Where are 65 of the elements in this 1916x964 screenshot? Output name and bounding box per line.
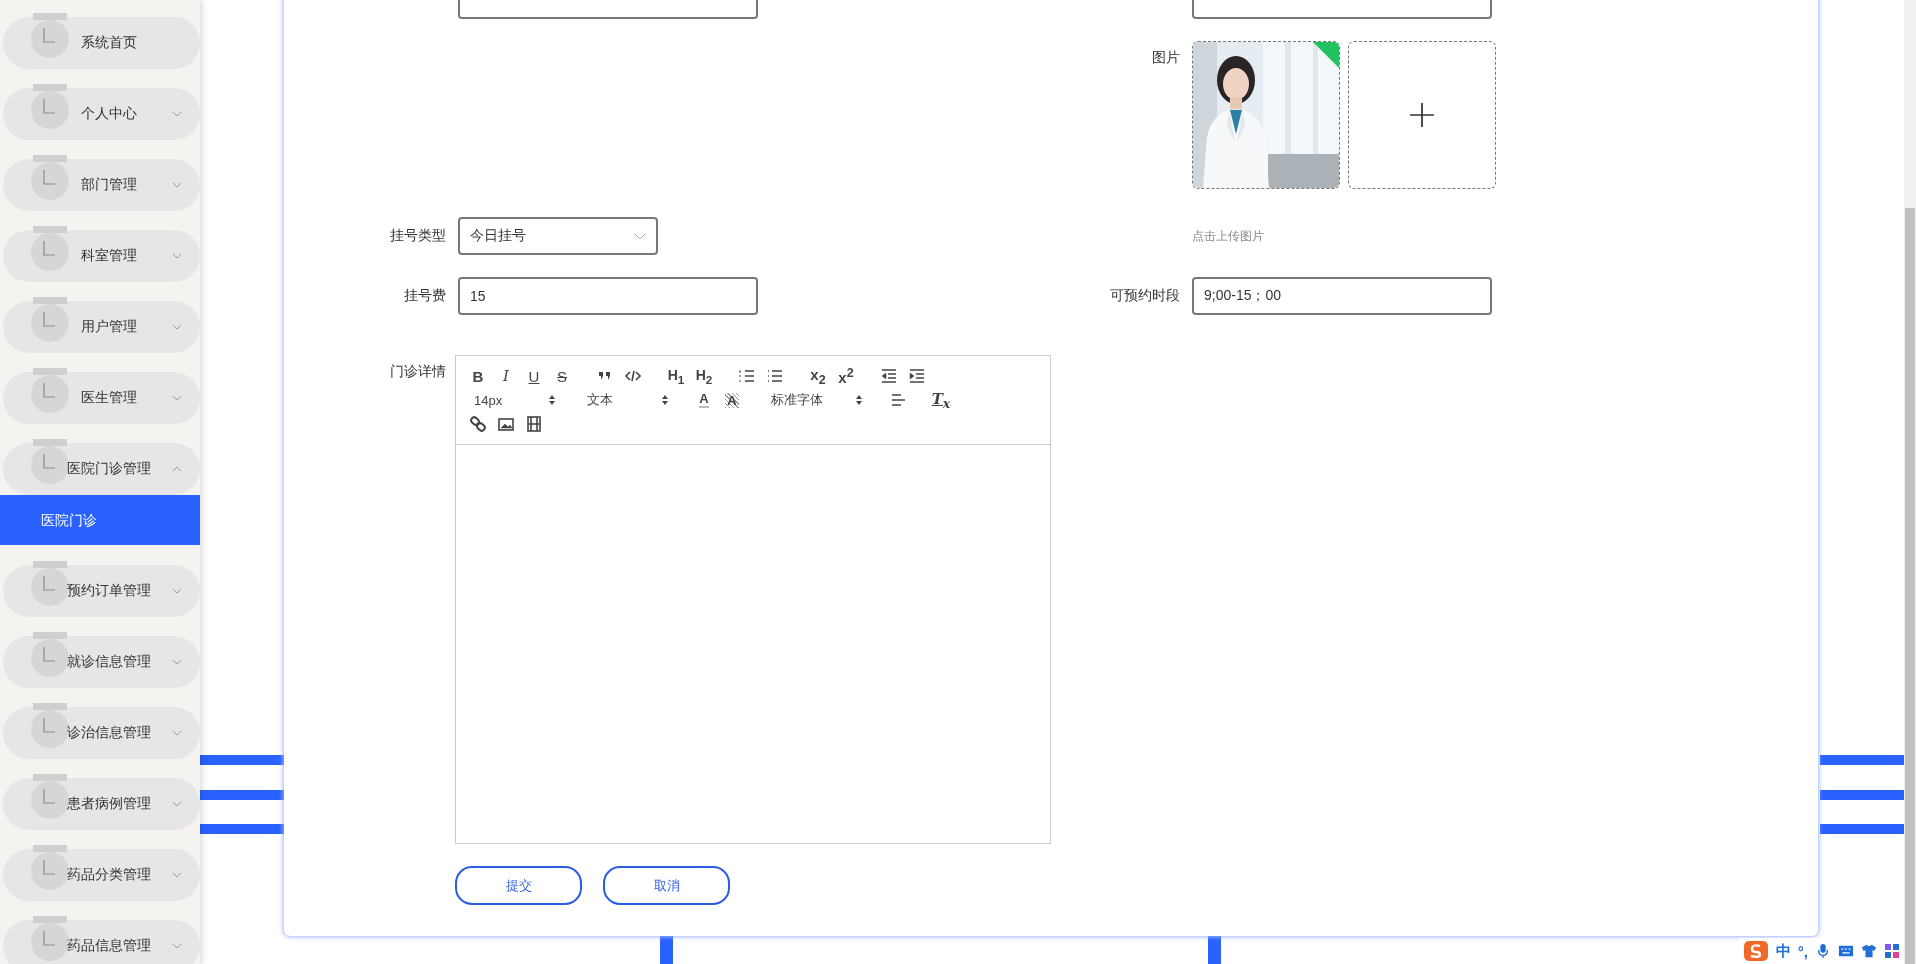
updown-icon	[661, 394, 669, 406]
field-label: 可预约时段	[1109, 287, 1180, 305]
chevron-icon	[172, 659, 182, 665]
italic-button[interactable]: I	[492, 364, 520, 388]
menu-icon	[30, 13, 70, 59]
picker-dropdown[interactable]: 文本	[577, 388, 675, 412]
picker-dropdown[interactable]: 14px	[464, 388, 562, 412]
chevron-icon	[172, 588, 182, 594]
script-button[interactable]: x$_{2}$	[804, 364, 832, 388]
submenu-item[interactable]: 医院门诊	[0, 495, 200, 545]
menu-icon	[30, 368, 70, 414]
link-icon	[469, 415, 487, 433]
strike-button[interactable]: S	[548, 364, 576, 388]
header-button[interactable]: H$_{1}$	[662, 364, 690, 388]
chevron-icon	[172, 324, 182, 330]
image-icon	[497, 415, 515, 433]
align-icon	[889, 391, 907, 409]
submit-button[interactable]: 提交	[455, 866, 582, 905]
keyboard-icon[interactable]	[1838, 943, 1854, 959]
microphone-icon[interactable]	[1815, 943, 1831, 959]
menu-icon	[30, 297, 70, 343]
plus-icon	[1409, 102, 1435, 128]
shirt-icon[interactable]	[1861, 943, 1877, 959]
menu-icon	[30, 84, 70, 130]
clear-format-button[interactable]: T$_{x}$	[927, 388, 955, 412]
input-field[interactable]: 15	[458, 277, 758, 315]
upload-hint: 点击上传图片	[1192, 227, 1265, 245]
chevron-icon	[634, 232, 646, 240]
chevron-icon	[172, 730, 182, 736]
indent-icon	[908, 367, 926, 385]
chevron-icon	[172, 943, 182, 949]
chevron-icon	[172, 801, 182, 807]
underline-button[interactable]: U	[520, 364, 548, 388]
updown-icon	[548, 394, 556, 406]
field-label: 图片	[1151, 48, 1180, 67]
chevron-icon	[172, 253, 182, 259]
font-dropdown[interactable]: 标准字体	[761, 388, 869, 412]
chevron-icon	[172, 872, 182, 878]
text-color-button[interactable]: A	[690, 388, 718, 412]
bullet-list-icon	[766, 367, 784, 385]
cancel-button[interactable]: 取消	[603, 866, 730, 905]
field-label: 门诊详情	[389, 362, 446, 381]
grid-icon[interactable]	[1884, 943, 1900, 959]
menu-icon	[30, 155, 70, 201]
chevron-icon	[172, 395, 182, 401]
script-button[interactable]: x$^{2}$	[832, 364, 860, 388]
scrollbar-thumb[interactable]	[1905, 208, 1915, 964]
ime-punctuation[interactable]: °,	[1797, 942, 1808, 960]
bold-button[interactable]: B	[464, 364, 492, 388]
scrollbar[interactable]	[1904, 0, 1916, 964]
ordered-list-icon	[738, 367, 756, 385]
input-field[interactable]: 9;00-15；00	[1192, 277, 1492, 315]
outdent-icon	[880, 367, 898, 385]
menu-icon	[30, 226, 70, 272]
menu-icon	[30, 439, 70, 485]
chevron-icon	[172, 466, 182, 472]
chevron-icon	[172, 182, 182, 188]
field-label: 挂号类型	[389, 227, 446, 245]
ime-mode[interactable]: 中	[1775, 941, 1791, 961]
field-label: 挂号费	[403, 287, 446, 305]
video-icon	[525, 415, 543, 433]
updown-icon	[855, 394, 863, 406]
select-field[interactable]: 今日挂号	[458, 217, 658, 255]
header-button[interactable]: H$_{2}$	[690, 364, 718, 388]
chevron-icon	[172, 111, 182, 117]
